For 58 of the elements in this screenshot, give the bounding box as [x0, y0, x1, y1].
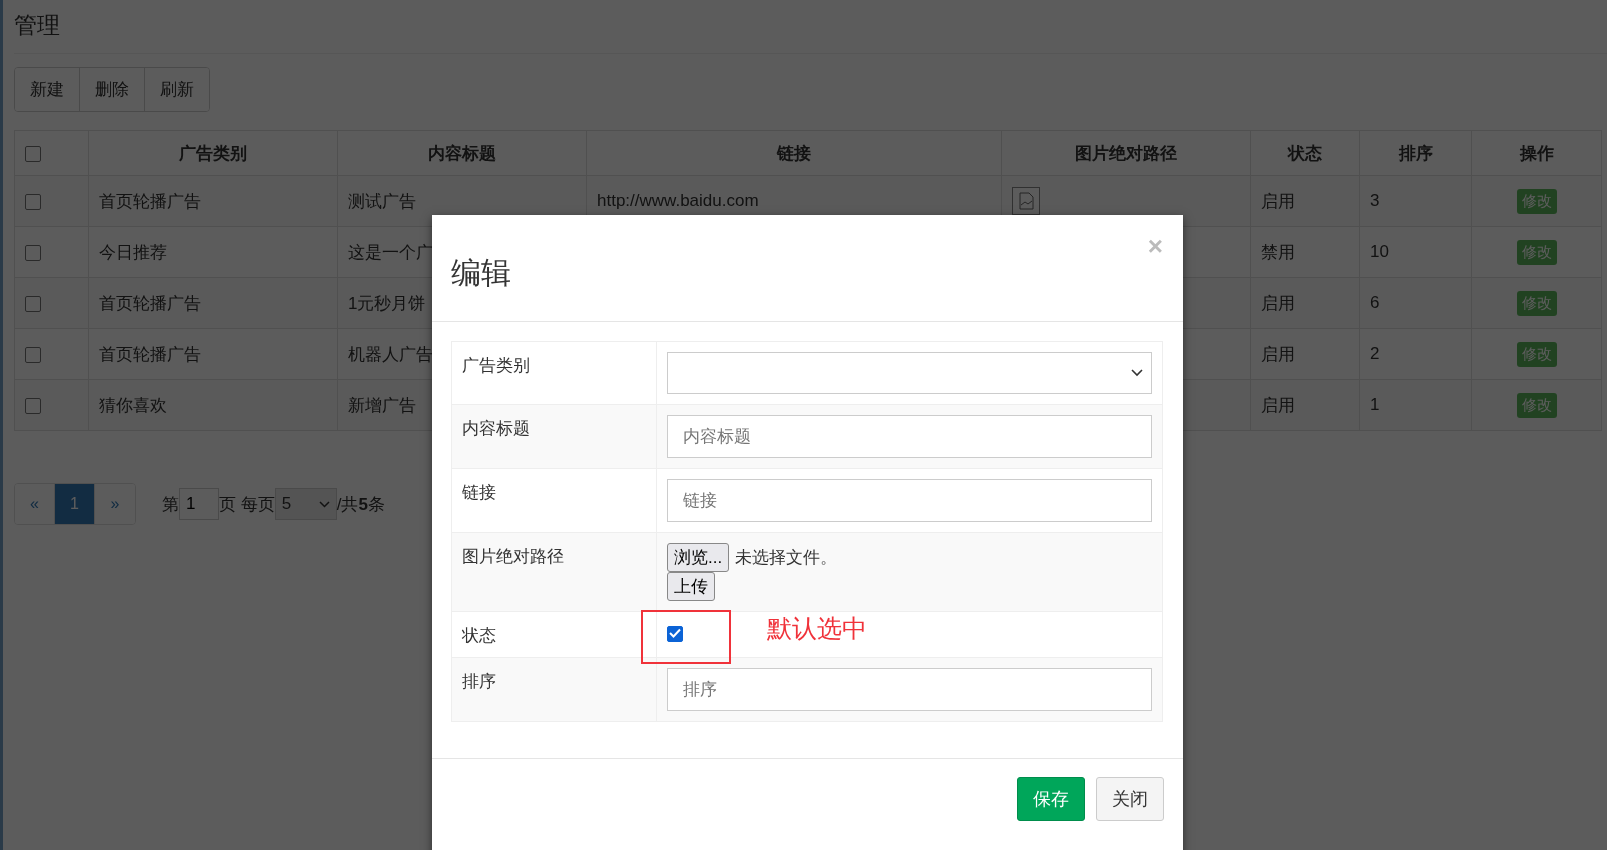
table-cell: 首页轮播广告 — [88, 175, 338, 227]
checkbox[interactable] — [667, 626, 683, 642]
upload-button[interactable]: 上传 — [667, 572, 715, 601]
page-label: 第 — [162, 493, 179, 516]
table-cell: 猜你喜欢 — [88, 379, 338, 431]
field-label: 图片绝对路径 — [462, 546, 565, 568]
table-cell: 启用 — [1250, 379, 1360, 431]
column-header: 排序 — [1359, 130, 1472, 176]
column-header: 内容标题 — [337, 130, 587, 176]
checkbox[interactable] — [25, 244, 41, 261]
input-field[interactable]: 链接 — [667, 479, 1152, 522]
column-header: 链接 — [586, 130, 1002, 176]
chevron-down-icon — [318, 500, 330, 508]
page-title: 管理 — [14, 0, 1607, 54]
input-field[interactable]: 内容标题 — [667, 415, 1152, 458]
file-status-text: 未选择文件。 — [735, 548, 838, 567]
table-cell: 3 — [1359, 175, 1472, 227]
table-cell: 6 — [1359, 277, 1472, 329]
table-cell: 启用 — [1250, 328, 1360, 380]
table-cell: 禁用 — [1250, 226, 1360, 278]
table-cell: 1 — [1359, 379, 1472, 431]
save-button[interactable]: 保存 — [1017, 777, 1085, 821]
input-field[interactable]: 排序 — [667, 668, 1152, 711]
page-size-label: 页 每页 — [219, 493, 275, 516]
field-label: 链接 — [462, 482, 497, 504]
column-header: 广告类别 — [88, 130, 338, 176]
column-header: 操作 — [1471, 130, 1602, 176]
column-header: 状态 — [1250, 130, 1360, 176]
page-button[interactable]: 1 — [55, 484, 95, 524]
field-label: 广告类别 — [462, 355, 531, 377]
toolbar-button[interactable]: 新建 — [15, 68, 80, 111]
browse-button[interactable]: 浏览... — [667, 543, 730, 572]
page-size-select[interactable]: 5 — [274, 488, 337, 520]
table-cell: 10 — [1359, 226, 1472, 278]
close-button[interactable]: × — [1147, 233, 1163, 259]
checkbox[interactable] — [25, 346, 41, 363]
table-cell: 今日推荐 — [88, 226, 338, 278]
checkbox[interactable] — [25, 193, 41, 210]
column-header: 图片绝对路径 — [1001, 130, 1251, 176]
annotation-text: 默认选中 — [767, 613, 867, 644]
table-cell: 启用 — [1250, 277, 1360, 329]
field-label: 排序 — [462, 671, 497, 693]
total-count: /共5条 — [336, 493, 385, 516]
category-select[interactable] — [667, 352, 1152, 394]
table-cell: 首页轮播广告 — [88, 277, 338, 329]
checkbox[interactable] — [25, 397, 41, 414]
close-dialog-button[interactable]: 关闭 — [1096, 777, 1164, 821]
page-input[interactable]: 1 — [179, 488, 219, 520]
field-label: 状态 — [462, 625, 497, 647]
table-cell: 启用 — [1250, 175, 1360, 227]
table-cell: 2 — [1359, 328, 1472, 380]
link-text: http://www.baidu.com — [597, 191, 759, 210]
checkbox[interactable] — [25, 145, 41, 162]
check-icon — [669, 628, 681, 638]
table-cell: 首页轮播广告 — [88, 328, 338, 380]
checkbox[interactable] — [25, 295, 41, 312]
chevron-down-icon — [1131, 369, 1143, 377]
prev-page-button[interactable]: « — [15, 484, 55, 524]
